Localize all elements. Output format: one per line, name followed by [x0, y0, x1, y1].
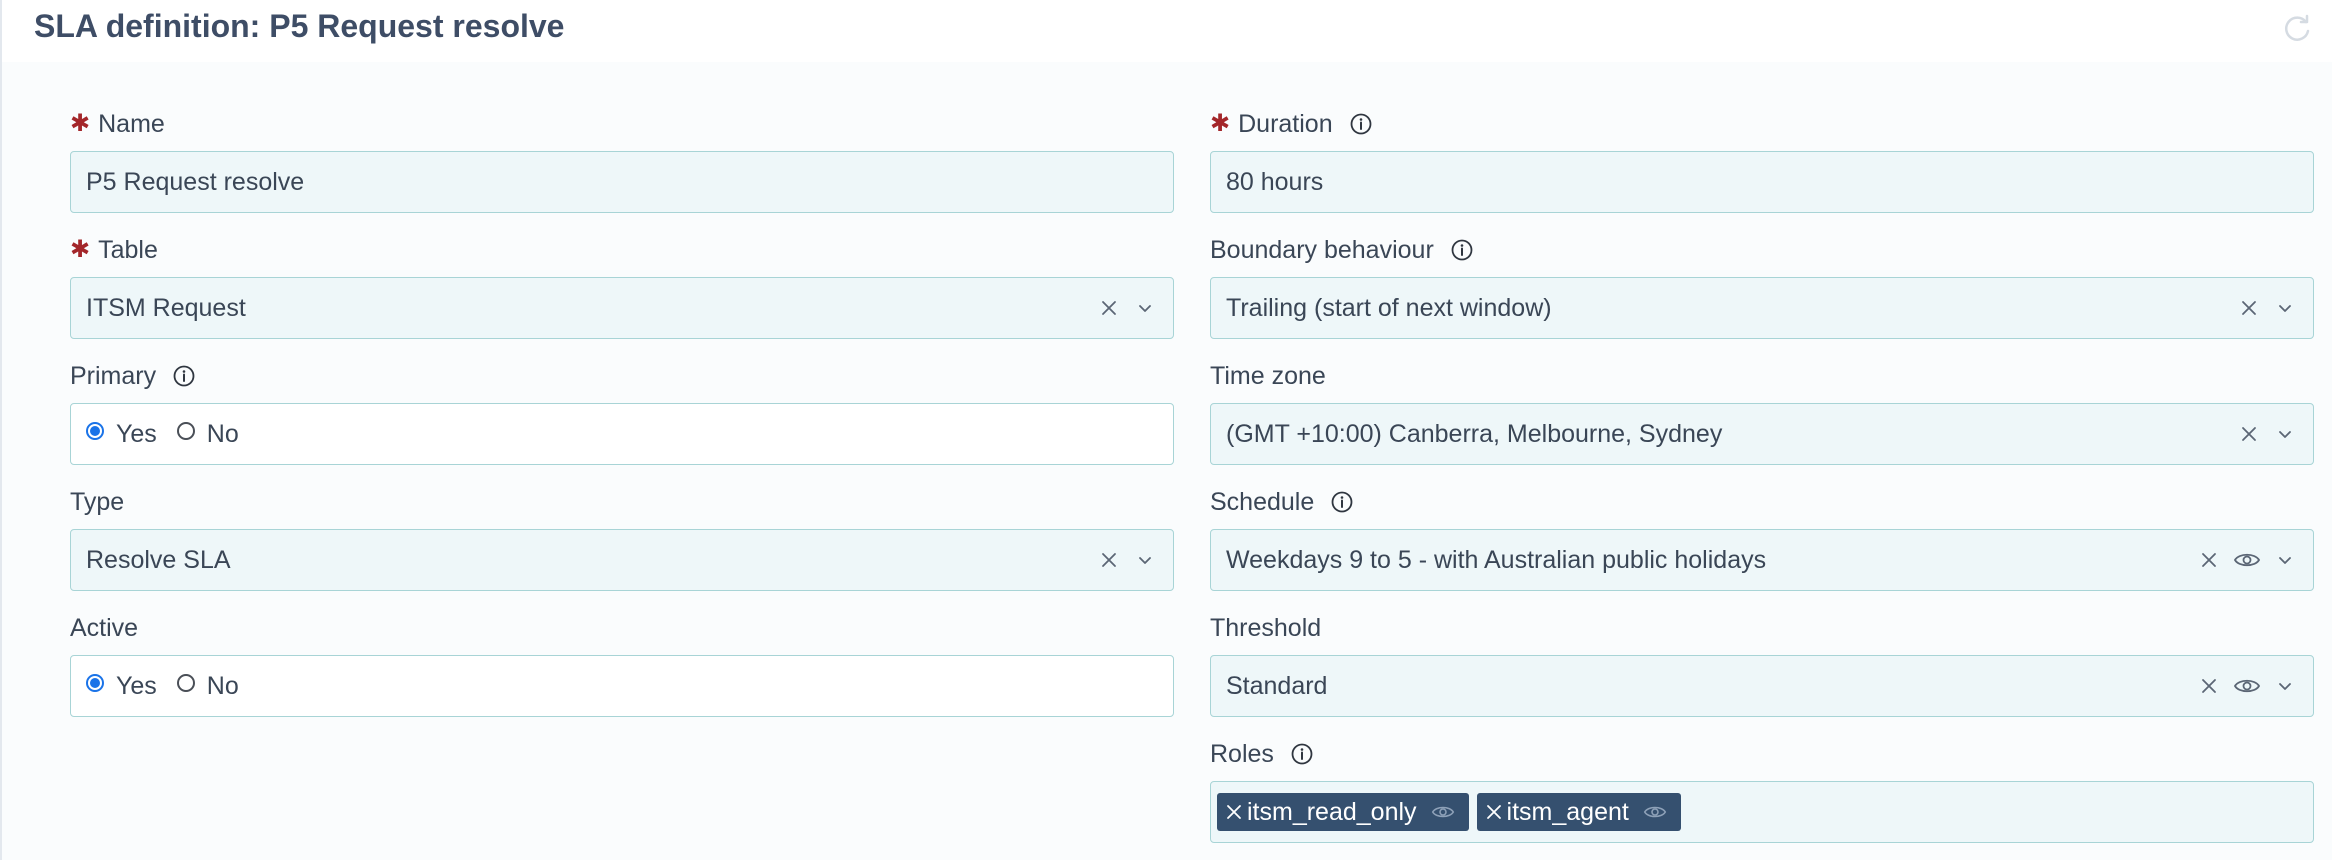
close-icon[interactable] [1097, 296, 1121, 320]
primary-yes-radio[interactable]: Yes [86, 420, 157, 449]
form-body: ✱ Name P5 Request resolve ✱ Table ITSM R… [2, 62, 2332, 860]
threshold-select[interactable]: Standard [1210, 655, 2314, 717]
timezone-select[interactable]: (GMT +10:00) Canberra, Melbourne, Sydney [1210, 403, 2314, 465]
duration-input[interactable]: 80 hours [1210, 151, 2314, 213]
primary-label: Primary [70, 356, 196, 396]
table-label: ✱ Table [70, 235, 158, 264]
radio-unselected-icon [176, 674, 195, 692]
eye-icon[interactable] [2233, 674, 2261, 698]
active-label: Active [70, 613, 139, 642]
eye-icon[interactable] [1643, 803, 1667, 821]
chevron-down-icon[interactable] [2273, 422, 2297, 446]
chevron-down-icon[interactable] [2273, 548, 2297, 572]
schedule-label: Schedule [1210, 482, 1354, 522]
close-icon[interactable] [2197, 674, 2221, 698]
timezone-value: (GMT +10:00) Canberra, Melbourne, Sydney [1226, 419, 1723, 448]
duration-label: ✱ Duration [1210, 104, 1373, 144]
roles-label: Roles [1210, 734, 1314, 774]
type-label: Type [70, 487, 125, 516]
schedule-select[interactable]: Weekdays 9 to 5 - with Australian public… [1210, 529, 2314, 591]
chevron-down-icon[interactable] [2273, 674, 2297, 698]
primary-radio-group: Yes No [70, 403, 1174, 465]
boundary-value: Trailing (start of next window) [1226, 293, 1552, 322]
active-yes-radio[interactable]: Yes [86, 672, 157, 701]
role-tag[interactable]: itsm_agent [1476, 793, 1681, 831]
type-select[interactable]: Resolve SLA [70, 529, 1174, 591]
chevron-down-icon[interactable] [1133, 296, 1157, 320]
page-header: SLA definition: P5 Request resolve [2, 0, 2332, 62]
type-value: Resolve SLA [86, 545, 231, 574]
asterisk-icon: ✱ [1210, 110, 1231, 137]
info-icon[interactable] [1450, 238, 1474, 262]
close-icon[interactable] [2237, 422, 2261, 446]
info-icon[interactable] [1349, 112, 1373, 136]
threshold-value: Standard [1226, 671, 1328, 700]
close-icon[interactable] [1097, 548, 1121, 572]
sla-definition-page: SLA definition: P5 Request resolve ✱ Nam… [0, 0, 2332, 860]
close-icon[interactable] [1225, 803, 1243, 821]
eye-icon[interactable] [2233, 548, 2261, 572]
active-radio-group: Yes No [70, 655, 1174, 717]
boundary-select[interactable]: Trailing (start of next window) [1210, 277, 2314, 339]
chevron-down-icon[interactable] [2273, 296, 2297, 320]
radio-unselected-icon [176, 422, 195, 440]
name-input[interactable]: P5 Request resolve [70, 151, 1174, 213]
asterisk-icon: ✱ [70, 236, 91, 263]
refresh-icon[interactable] [2280, 12, 2314, 46]
primary-no-radio[interactable]: No [176, 420, 239, 449]
close-icon[interactable] [2197, 548, 2221, 572]
timezone-label: Time zone [1210, 361, 1326, 390]
asterisk-icon: ✱ [70, 110, 91, 137]
chevron-down-icon[interactable] [1133, 548, 1157, 572]
name-label: ✱ Name [70, 109, 165, 138]
close-icon[interactable] [2237, 296, 2261, 320]
threshold-label: Threshold [1210, 613, 1322, 642]
name-value: P5 Request resolve [86, 167, 305, 196]
active-no-radio[interactable]: No [176, 672, 239, 701]
page-title: SLA definition: P5 Request resolve [34, 8, 565, 44]
eye-icon[interactable] [1431, 803, 1455, 821]
schedule-value: Weekdays 9 to 5 - with Australian public… [1226, 545, 1767, 574]
info-icon[interactable] [172, 364, 196, 388]
info-icon[interactable] [1330, 490, 1354, 514]
roles-tag-input[interactable]: itsm_read_only itsm_agent [1210, 781, 2314, 843]
info-icon[interactable] [1290, 742, 1314, 766]
role-tag[interactable]: itsm_read_only [1217, 793, 1469, 831]
radio-selected-icon [86, 674, 104, 692]
duration-value: 80 hours [1226, 167, 1324, 196]
table-value: ITSM Request [86, 293, 246, 322]
table-select[interactable]: ITSM Request [70, 277, 1174, 339]
radio-selected-icon [86, 422, 104, 440]
boundary-label: Boundary behaviour [1210, 230, 1474, 270]
close-icon[interactable] [1485, 803, 1503, 821]
